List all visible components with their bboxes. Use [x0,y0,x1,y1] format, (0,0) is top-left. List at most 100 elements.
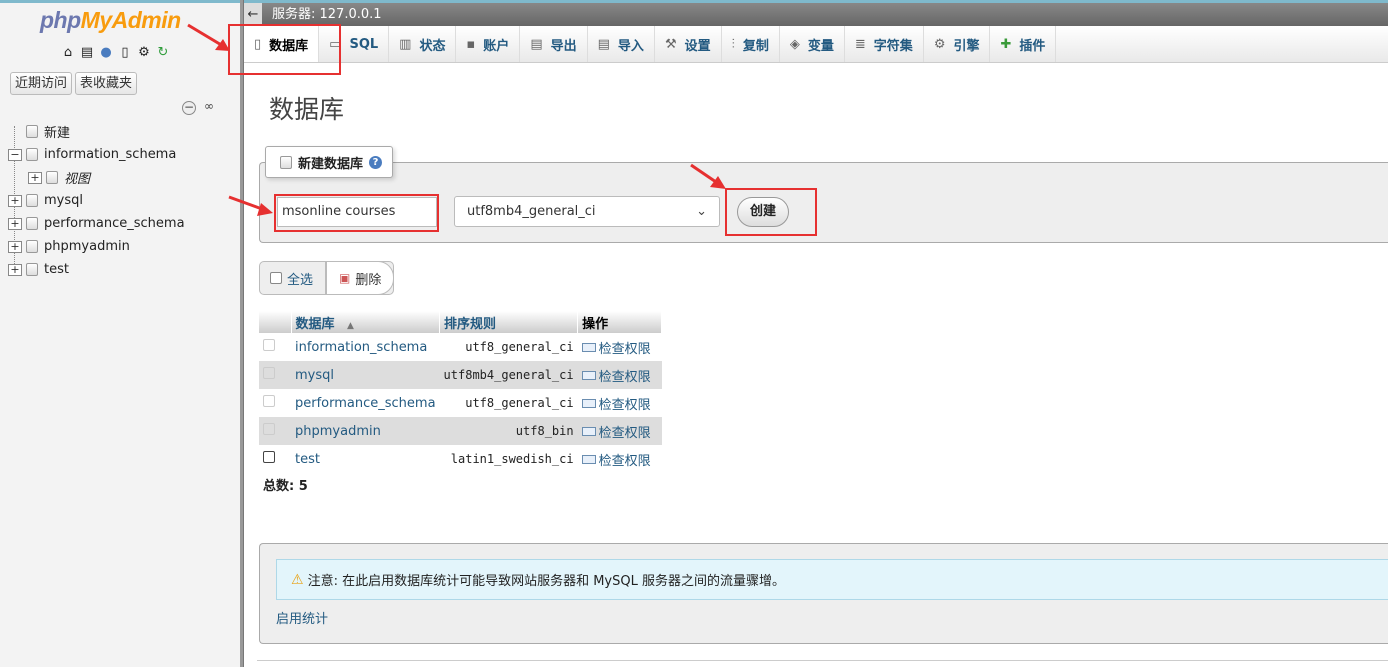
check-privileges-label: 检查权限 [598,425,651,441]
delete-button[interactable]: ▣ 删除 [326,261,395,295]
gear-icon[interactable]: ⚙ [136,45,152,61]
expand-icon[interactable]: + [8,194,22,207]
expand-icon[interactable]: + [8,217,22,230]
favorites-button[interactable]: 表收藏夹 [75,72,138,95]
tab-settings[interactable]: ⚒ 设置 [655,26,722,62]
tab-import[interactable]: ▤ 导入 [588,26,655,62]
select-all-toggle[interactable]: 全选 [260,262,327,294]
row-checkbox[interactable] [263,423,275,435]
tab-label: 设置 [684,38,711,54]
tree-item-information-schema[interactable]: − information_schema [8,143,185,166]
privileges-icon [581,454,596,464]
collapse-icon[interactable]: − [8,148,22,161]
tab-label: 复制 [742,38,769,54]
database-name-link[interactable]: information_schema [291,333,440,361]
help-icon[interactable]: ● [98,45,114,61]
view-icon [46,171,58,184]
table-row: test latin1_swedish_ci 检查权限 [259,445,662,473]
checkbox-header [259,311,292,333]
tree-item-views[interactable]: + 视图 [8,166,185,189]
link-icon[interactable]: ∞ [202,100,216,115]
tab-engines[interactable]: ⚙ 引擎 [924,26,991,62]
expand-icon[interactable]: + [8,240,22,253]
tab-export[interactable]: ▤ 导出 [520,26,588,62]
check-privileges-link[interactable]: 检查权限 [581,422,658,441]
collapse-all-icon[interactable]: − [182,101,196,115]
server-breadcrumb[interactable]: 服务器: 127.0.0.1 [272,3,382,26]
row-checkbox[interactable] [263,395,275,407]
expand-icon[interactable]: + [8,263,22,276]
tree-item-new[interactable]: 新建 [8,120,185,143]
table-header-row: 数据库 ▲ 排序规则 操作 [259,311,663,333]
logout-icon[interactable]: ▤ [79,45,95,61]
action-cell: 检查权限 [577,361,662,389]
home-icon[interactable]: ⌂ [60,45,76,61]
sort-asc-icon: ▲ [347,320,354,331]
check-privileges-link[interactable]: 检查权限 [581,450,658,469]
bottom-divider [257,660,1388,661]
tab-label: SQL [349,36,379,52]
select-all-checkbox[interactable] [270,272,282,284]
expand-icon[interactable]: + [28,171,42,184]
chevron-down-icon: ⌄ [696,204,707,219]
back-arrow-icon[interactable]: ← [244,3,262,26]
tree-item-label: 新建 [44,126,71,141]
collation-select[interactable]: utf8mb4_general_ci ⌄ [454,196,720,227]
tab-accounts[interactable]: ▪ 账户 [456,26,521,62]
tree-item-test[interactable]: + test [8,258,185,281]
tab-status[interactable]: ▥ 状态 [389,26,457,62]
tree-item-label: phpmyadmin [44,239,130,254]
tab-charset[interactable]: ≣ 字符集 [845,26,924,62]
database-icon [26,148,38,161]
row-checkbox[interactable] [263,339,275,351]
navigation-sidebar: phpMyAdmin ⌂ ▤ ● ▯ ⚙ ↻ 近期访问 表收藏夹 − ∞ 新建 … [0,3,240,667]
tab-label: 账户 [483,38,510,54]
column-header-collation[interactable]: 排序规则 [439,311,579,333]
privileges-icon [581,398,596,408]
reload-icon[interactable]: ↻ [155,45,171,61]
database-icon [26,194,38,207]
check-privileges-link[interactable]: 检查权限 [581,394,658,413]
collation-cell: utf8_bin [439,417,578,445]
row-checkbox-cell [259,389,291,417]
recent-button[interactable]: 近期访问 [10,72,73,95]
tree-item-performance-schema[interactable]: + performance_schema [8,212,185,235]
database-name-link[interactable]: performance_schema [291,389,440,417]
create-database-legend: 新建数据库 ? [265,146,394,178]
help-icon[interactable]: ? [369,155,383,169]
column-header-database[interactable]: 数据库 ▲ [291,311,441,333]
check-privileges-link[interactable]: 检查权限 [581,366,658,385]
annotation-arrow-icon [228,195,273,216]
phpmyadmin-logo[interactable]: phpMyAdmin [40,7,181,34]
enable-statistics-link[interactable]: 启用统计 [276,608,328,627]
row-checkbox-cell [259,333,291,361]
row-checkbox[interactable] [263,451,275,463]
collation-cell: utf8mb4_general_ci [439,361,578,389]
tree-item-label: performance_schema [44,216,185,231]
tab-label: 插件 [1019,38,1046,54]
legend-label: 新建数据库 [298,156,364,172]
tree-item-label: 视图 [64,172,91,187]
annotation-box-databases-tab [228,24,341,75]
database-tree: 新建 − information_schema + 视图 + mysql + p… [8,120,185,281]
sidebar-resize-handle[interactable] [240,0,244,667]
new-database-icon [26,125,38,138]
tab-label: 字符集 [873,38,913,54]
database-name-link[interactable]: mysql [291,361,440,389]
total-label: 总数: [263,479,295,494]
action-cell: 检查权限 [577,445,662,473]
database-name-link[interactable]: phpmyadmin [291,417,440,445]
docs-icon[interactable]: ▯ [117,45,133,61]
tab-replication[interactable]: ⫶ 复制 [722,26,780,62]
tab-plugins[interactable]: ✚ 插件 [990,26,1057,62]
tab-label: 引擎 [953,38,980,54]
database-name-link[interactable]: test [291,445,440,473]
row-checkbox[interactable] [263,367,275,379]
charset-icon: ≣ [854,36,866,52]
tree-item-phpmyadmin[interactable]: + phpmyadmin [8,235,185,258]
tree-item-mysql[interactable]: + mysql [8,189,185,212]
check-privileges-link[interactable]: 检查权限 [581,338,658,357]
tab-variables[interactable]: ◈ 变量 [780,26,845,62]
tree-item-label: test [44,262,69,277]
table-row: mysql utf8mb4_general_ci 检查权限 [259,361,662,389]
